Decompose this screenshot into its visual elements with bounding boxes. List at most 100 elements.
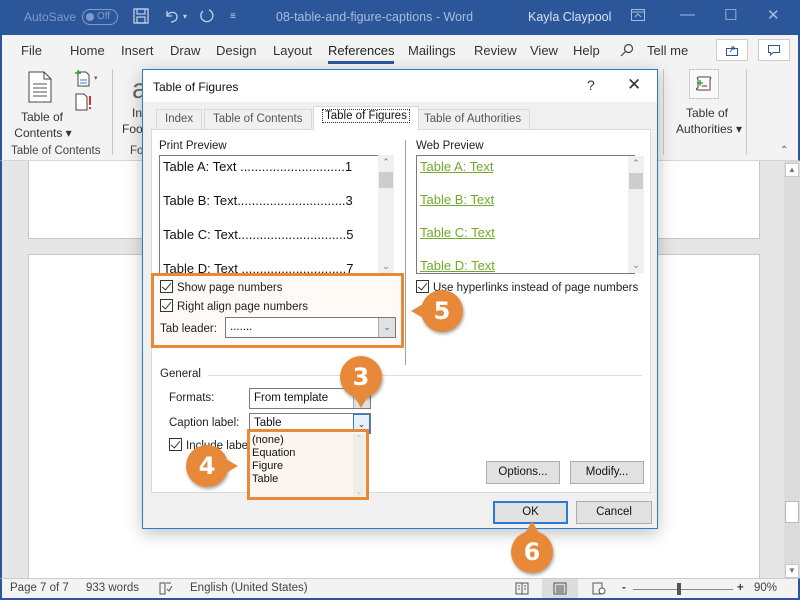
tab-home[interactable]: Home [70,43,105,58]
undo-dropdown-icon[interactable]: ▾ [183,7,187,27]
table-of-authorities-button[interactable]: Table of Authorities ▾ [674,67,744,141]
show-page-numbers-checkbox[interactable]: Show page numbers [160,280,282,294]
zoom-in-button[interactable]: + [737,582,744,594]
tab-design[interactable]: Design [216,43,256,58]
zoom-level[interactable]: 90% [754,582,777,594]
scroll-down-icon[interactable]: ▼ [785,564,799,578]
tab-leader-select[interactable]: ....... ⌄ [225,317,396,338]
minimize-icon[interactable]: — [680,6,695,23]
scroll-up-icon[interactable]: ▲ [785,163,799,177]
cancel-button[interactable]: Cancel [576,501,652,524]
ribbon-separator [746,69,747,155]
web-preview-label: Web Preview [416,140,484,152]
toa-label-line2: Authorities ▾ [675,122,743,136]
callout-step-4: 4 [186,445,238,487]
web-layout-icon[interactable] [592,582,606,598]
redo-icon[interactable] [197,7,215,31]
scroll-thumb[interactable] [785,501,799,523]
caption-option-none[interactable]: (none) [252,434,284,446]
document-title: 08-table-and-figure-captions - Word [276,10,474,24]
add-text-icon[interactable]: ▾ [74,69,104,90]
checkbox-icon[interactable] [416,280,429,293]
search-icon[interactable] [620,43,634,60]
close-icon[interactable]: ✕ [767,6,780,24]
caption-option-table[interactable]: Table [252,473,278,485]
scroll-up-icon[interactable]: ⌃ [378,157,394,168]
print-preview-scrollbar[interactable]: ⌃ ⌄ [378,155,394,274]
tab-file[interactable]: File [21,43,42,58]
web-preview-link[interactable]: Table D: Text [420,258,495,273]
dialog-titlebar[interactable]: Table of Figures ? ✕ [143,70,657,102]
tab-layout[interactable]: Layout [273,43,312,58]
tab-table-of-authorities[interactable]: Table of Authorities [415,109,531,129]
zoom-slider-thumb[interactable] [677,583,681,595]
share-button[interactable] [716,39,748,61]
table-of-authorities-icon [689,69,719,99]
caption-label-dropdown-list[interactable]: (none) Equation Figure Table ⌃ ⌄ [247,429,369,500]
update-table-icon[interactable] [75,93,95,114]
tab-draw[interactable]: Draw [170,43,200,58]
caption-option-equation[interactable]: Equation [252,447,295,459]
zoom-slider[interactable] [633,589,733,590]
dialog-close-icon[interactable]: ✕ [627,75,641,95]
comments-button[interactable] [758,39,790,61]
web-preview-link[interactable]: Table A: Text [420,159,493,174]
language[interactable]: English (United States) [190,582,308,594]
vertical-scrollbar[interactable]: ▲ ▼ [784,161,800,578]
read-mode-icon[interactable] [515,582,529,598]
dropdown-scrollbar[interactable]: ⌃ ⌄ [353,434,365,496]
web-preview-link[interactable]: Table B: Text [420,192,494,207]
tab-references[interactable]: References [328,43,395,64]
maximize-icon[interactable]: ☐ [724,6,737,24]
scroll-up-icon[interactable]: ⌃ [353,434,365,443]
right-align-page-numbers-checkbox[interactable]: Right align page numbers [160,299,308,313]
chevron-down-icon[interactable]: ⌄ [378,318,395,337]
modify-button[interactable]: Modify... [570,461,644,484]
scroll-thumb[interactable] [629,173,643,189]
web-preview-scrollbar[interactable]: ⌃ ⌄ [628,156,644,273]
scroll-up-icon[interactable]: ⌃ [628,158,644,169]
scroll-thumb[interactable] [379,172,393,188]
table-of-contents-icon [28,71,52,106]
svg-text:▾: ▾ [94,75,98,82]
help-icon[interactable]: ? [587,77,595,93]
caption-label-label: Caption label: [169,417,240,429]
collapse-ribbon-icon[interactable]: ⌃ [780,145,788,156]
scroll-down-icon[interactable]: ⌄ [378,261,394,272]
word-count[interactable]: 933 words [86,582,139,594]
autosave-toggle[interactable]: Off [82,9,118,25]
checkbox-icon[interactable] [160,299,173,312]
user-name[interactable]: Kayla Claypool [528,10,611,24]
checkbox-icon[interactable] [160,280,173,293]
undo-icon[interactable] [163,7,181,31]
tab-help[interactable]: Help [573,43,600,58]
tell-me-input[interactable]: Tell me [647,43,688,58]
table-of-contents-button[interactable]: Table of Contents ▾ [10,69,72,140]
callout-step-3: 3 [340,356,382,408]
scroll-down-icon[interactable]: ⌄ [628,260,644,271]
tab-mailings[interactable]: Mailings [408,43,456,58]
caption-option-figure[interactable]: Figure [252,460,283,472]
checkbox-icon[interactable] [169,438,182,451]
customize-qat-icon[interactable]: ≡ [230,7,236,27]
page-count[interactable]: Page 7 of 7 [10,582,69,594]
tab-insert[interactable]: Insert [121,43,154,58]
tab-table-of-figures[interactable]: Table of Figures [313,106,419,130]
web-preview-link[interactable]: Table C: Text [420,225,495,240]
options-button[interactable]: Options... [486,461,560,484]
proofing-icon[interactable] [159,582,173,598]
toc-group-label: Table of Contents [11,145,101,157]
ribbon-display-icon[interactable] [631,8,645,25]
scroll-down-icon[interactable]: ⌄ [353,487,365,496]
print-layout-button[interactable] [542,579,578,598]
title-bar: AutoSave Off ▾ ≡ 08-table-and-figure-cap… [0,0,800,35]
tab-view[interactable]: View [530,43,558,58]
toa-label-line1: Table of [685,106,729,120]
tab-review[interactable]: Review [474,43,517,58]
save-icon[interactable] [132,7,150,31]
tab-index[interactable]: Index [156,109,203,129]
formats-value: From template [254,392,329,404]
print-preview-label: Print Preview [159,140,227,152]
tab-table-of-contents[interactable]: Table of Contents [204,109,312,129]
zoom-out-button[interactable]: - [622,582,626,594]
